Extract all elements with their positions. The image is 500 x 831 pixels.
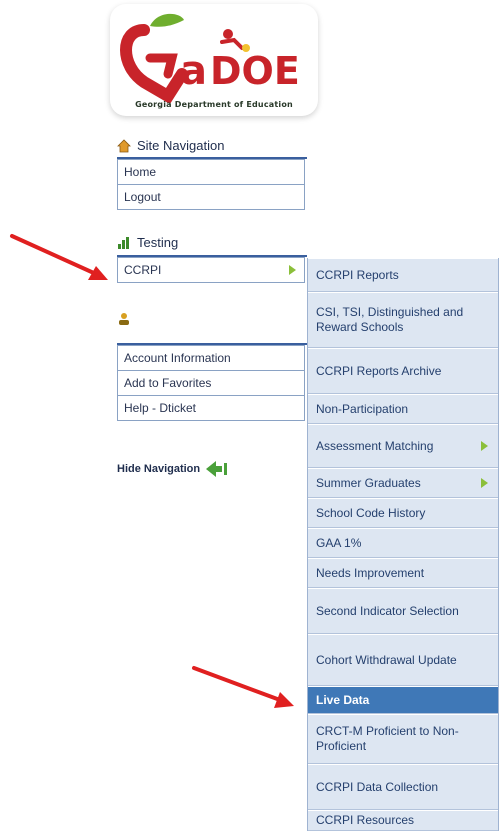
submenu-item-label: Second Indicator Selection [316,603,459,618]
nav-item-ccrpi[interactable]: CCRPI [118,257,304,282]
testing-title: Testing [137,235,179,250]
nav-item-label: Home [124,165,157,179]
site-navigation-title: Site Navigation [137,138,225,153]
submenu-item-label: CRCT-M Proficient to Non-Proficient [316,724,459,753]
svg-text:a: a [180,48,207,94]
submenu-item-second-indicator-selection[interactable]: Second Indicator Selection [308,588,498,634]
nav-item-home[interactable]: Home [118,159,304,184]
submenu-item-csi-tsi[interactable]: CSI, TSI, Distinguished and Reward Schoo… [308,292,498,348]
submenu-item-label: Assessment Matching [316,438,434,453]
submenu-item-ccrpi-data-collection[interactable]: CCRPI Data Collection [308,764,498,810]
submenu-item-label: Non-Participation [316,401,409,416]
submenu-item-label: Live Data [316,692,370,707]
nav-item-logout[interactable]: Logout [118,184,304,209]
submenu-item-label: GAA 1% [316,535,362,550]
submenu-item-gaa[interactable]: GAA 1% [308,528,498,558]
site-navigation-menu: Home Logout [117,159,305,210]
submenu-arrow-icon [289,265,296,275]
nav-item-label: Help - Dticket [124,401,197,415]
testing-header: Testing [117,235,178,250]
submenu-item-label: CCRPI Reports [316,267,399,282]
annotation-arrow-live-data [192,666,294,708]
logo-tagline: Georgia Department of Education [135,100,293,109]
submenu-item-live-data[interactable]: Live Data [308,686,498,714]
submenu-item-assessment-matching[interactable]: Assessment Matching [308,424,498,468]
submenu-item-ccrpi-reports-archive[interactable]: CCRPI Reports Archive [308,348,498,394]
nav-item-label: CCRPI [124,263,162,277]
annotation-arrow-ccrpi [10,234,108,280]
submenu-item-non-participation[interactable]: Non-Participation [308,394,498,424]
submenu-item-ccrpi-resources[interactable]: CCRPI Resources [308,810,498,831]
submenu-arrow-icon [481,478,488,488]
nav-item-account-information[interactable]: Account Information [118,345,304,370]
submenu-item-label: CCRPI Data Collection [316,779,439,794]
nav-item-add-to-favorites[interactable]: Add to Favorites [118,370,304,395]
nav-item-label: Add to Favorites [124,376,212,390]
svg-text:DOE: DOE [210,49,300,93]
account-header [117,312,131,326]
collapse-arrow-icon [206,461,228,477]
submenu-item-label: CCRPI Reports Archive [316,363,442,378]
bar-chart-icon [118,236,129,249]
user-icon [119,313,129,325]
hide-navigation-link[interactable]: Hide Navigation [117,460,230,478]
gadoe-logo[interactable]: a DOE Georgia Department of Education [110,4,318,116]
submenu-item-cohort-withdrawal-update[interactable]: Cohort Withdrawal Update [308,634,498,686]
submenu-item-needs-improvement[interactable]: Needs Improvement [308,558,498,588]
house-icon [117,138,131,152]
nav-item-help-dticket[interactable]: Help - Dticket [118,395,304,420]
hide-navigation-label: Hide Navigation [117,463,201,475]
nav-item-label: Logout [124,190,161,204]
ccrpi-submenu: CCRPI Reports CSI, TSI, Distinguished an… [307,258,499,831]
submenu-item-label: School Code History [316,505,426,520]
submenu-item-label: Summer Graduates [316,475,421,490]
submenu-arrow-icon [481,441,488,451]
testing-menu: CCRPI [117,257,305,283]
nav-item-label: Account Information [124,351,231,365]
submenu-item-summer-graduates[interactable]: Summer Graduates [308,468,498,498]
submenu-item-crct-m-proficient[interactable]: CRCT-M Proficient to Non-Proficient [308,714,498,764]
submenu-item-ccrpi-reports[interactable]: CCRPI Reports [308,258,498,292]
gadoe-logo-graphic: a DOE [120,13,300,104]
submenu-item-label: Cohort Withdrawal Update [316,652,457,667]
submenu-item-label: CSI, TSI, Distinguished and Reward Schoo… [316,305,464,334]
submenu-item-label: CCRPI Resources [316,813,415,827]
submenu-item-label: Needs Improvement [316,565,425,580]
submenu-item-school-code-history[interactable]: School Code History [308,498,498,528]
account-menu: Account Information Add to Favorites Hel… [117,345,305,421]
site-navigation-header: Site Navigation [117,138,224,153]
